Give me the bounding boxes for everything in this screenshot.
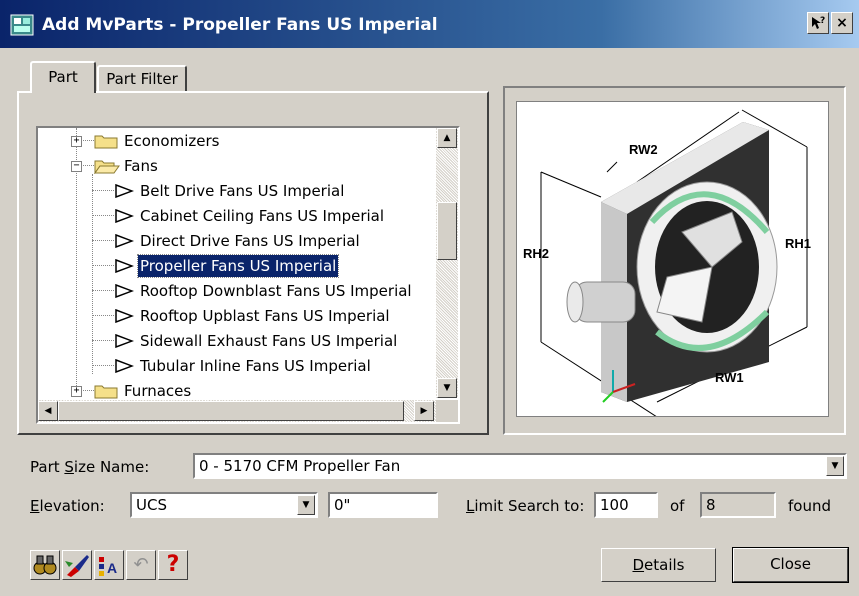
part-size-name-label: Part Size Name: — [30, 458, 150, 476]
limit-search-input[interactable]: 100 — [594, 492, 658, 518]
dim-label-rh2: RH2 — [523, 246, 549, 261]
tab-part-filter-label: Part Filter — [106, 70, 178, 88]
help-pointer-icon: ? — [812, 16, 825, 29]
part-arrow-icon — [115, 334, 134, 348]
limit-search-label: Limit Search to: — [466, 497, 585, 515]
expand-icon[interactable]: + — [71, 386, 82, 397]
close-window-button[interactable]: × — [831, 12, 853, 34]
found-count-value: 8 — [706, 496, 716, 514]
close-icon: × — [836, 15, 848, 31]
properties-button[interactable]: A — [94, 550, 124, 580]
expand-icon[interactable]: + — [71, 136, 82, 147]
paintbrush-icon — [65, 555, 89, 577]
tree-item-fans[interactable]: − Fans — [38, 155, 438, 177]
part-size-name-value: 0 - 5170 CFM Propeller Fan — [199, 457, 401, 475]
limit-search-value: 100 — [600, 496, 629, 514]
tree-vertical-scrollbar[interactable]: ▲ ▼ — [436, 128, 458, 398]
title-bar: Add MvParts - Propeller Fans US Imperial… — [0, 0, 859, 48]
horizontal-scroll-thumb[interactable] — [58, 401, 404, 421]
tree-item-part[interactable]: Direct Drive Fans US Imperial — [38, 230, 438, 252]
dim-label-rw1: RW1 — [715, 370, 744, 385]
elevation-label: Elevation: — [30, 497, 105, 515]
tab-part-label: Part — [48, 68, 78, 86]
details-label: Details — [632, 556, 685, 574]
fan-preview-image: RW2 RH2 RH1 RW1 — [523, 109, 811, 418]
scroll-down-button[interactable]: ▼ — [437, 378, 457, 398]
tree-item-part[interactable]: Belt Drive Fans US Imperial — [38, 180, 438, 202]
close-label: Close — [770, 555, 811, 573]
tab-part-filter[interactable]: Part Filter — [97, 65, 187, 91]
tree-item-furnaces[interactable]: + Furnaces — [38, 380, 438, 402]
elevation-mode-value: UCS — [136, 496, 167, 514]
undo-icon: ↶ — [133, 554, 149, 575]
match-style-button[interactable] — [62, 550, 92, 580]
part-arrow-icon — [115, 359, 134, 373]
part-arrow-icon — [115, 234, 134, 248]
tree-item-part[interactable]: Sidewall Exhaust Fans US Imperial — [38, 330, 438, 352]
tree-item-part[interactable]: Rooftop Downblast Fans US Imperial — [38, 280, 438, 302]
tree-item-economizers[interactable]: + Economizers — [38, 130, 438, 152]
part-arrow-icon — [115, 309, 134, 323]
details-button[interactable]: Details — [601, 548, 716, 582]
part-arrow-icon — [115, 209, 134, 223]
properties-icon: A — [99, 557, 117, 576]
tab-part[interactable]: Part — [30, 61, 96, 93]
tree-item-part-selected[interactable]: Propeller Fans US Imperial — [38, 254, 438, 278]
elevation-value: 0" — [334, 496, 351, 514]
help-button[interactable]: ? — [158, 550, 188, 580]
collapse-icon[interactable]: − — [71, 161, 82, 172]
svg-text:?: ? — [820, 16, 825, 26]
scroll-up-button[interactable]: ▲ — [437, 128, 457, 148]
window-title: Add MvParts - Propeller Fans US Imperial — [42, 15, 438, 35]
found-label: found — [788, 497, 831, 515]
tree-item-part[interactable]: Cabinet Ceiling Fans US Imperial — [38, 205, 438, 227]
tree-horizontal-scrollbar[interactable]: ◀ ▶ — [38, 400, 436, 422]
app-icon — [10, 14, 34, 36]
dim-label-rw2: RW2 — [629, 142, 658, 157]
of-label: of — [670, 497, 685, 515]
folder-icon — [94, 135, 118, 149]
folder-icon — [94, 385, 118, 399]
part-preview: RW2 RH2 RH1 RW1 — [516, 101, 829, 418]
binoculars-icon — [33, 555, 57, 575]
part-arrow-icon — [115, 284, 134, 298]
part-size-name-dropdown[interactable]: 0 - 5170 CFM Propeller Fan ▼ — [193, 453, 847, 479]
select-part-button[interactable] — [30, 550, 60, 580]
found-count-field: 8 — [700, 492, 776, 518]
scroll-left-button[interactable]: ◀ — [38, 401, 58, 421]
scrollbar-corner — [436, 400, 458, 422]
vertical-scroll-thumb[interactable] — [437, 202, 457, 260]
help-title-button[interactable]: ? — [807, 12, 829, 34]
help-icon: ? — [166, 552, 180, 577]
chevron-down-icon[interactable]: ▼ — [297, 495, 315, 515]
part-arrow-icon — [115, 184, 134, 198]
tree-item-part[interactable]: Tubular Inline Fans US Imperial — [38, 355, 438, 377]
open-folder-icon — [94, 160, 120, 174]
close-button[interactable]: Close — [732, 547, 849, 583]
part-arrow-icon — [115, 259, 134, 273]
scroll-right-button[interactable]: ▶ — [414, 401, 434, 421]
part-tree[interactable]: + Economizers − Fans Belt Drive Fans US … — [36, 126, 460, 424]
tree-item-part[interactable]: Rooftop Upblast Fans US Imperial — [38, 305, 438, 327]
svg-text:A: A — [107, 560, 117, 576]
elevation-input[interactable]: 0" — [328, 492, 438, 518]
dim-label-rh1: RH1 — [785, 236, 811, 251]
elevation-mode-dropdown[interactable]: UCS ▼ — [130, 492, 318, 518]
chevron-down-icon[interactable]: ▼ — [826, 456, 844, 476]
undo-button[interactable]: ↶ — [126, 550, 156, 580]
